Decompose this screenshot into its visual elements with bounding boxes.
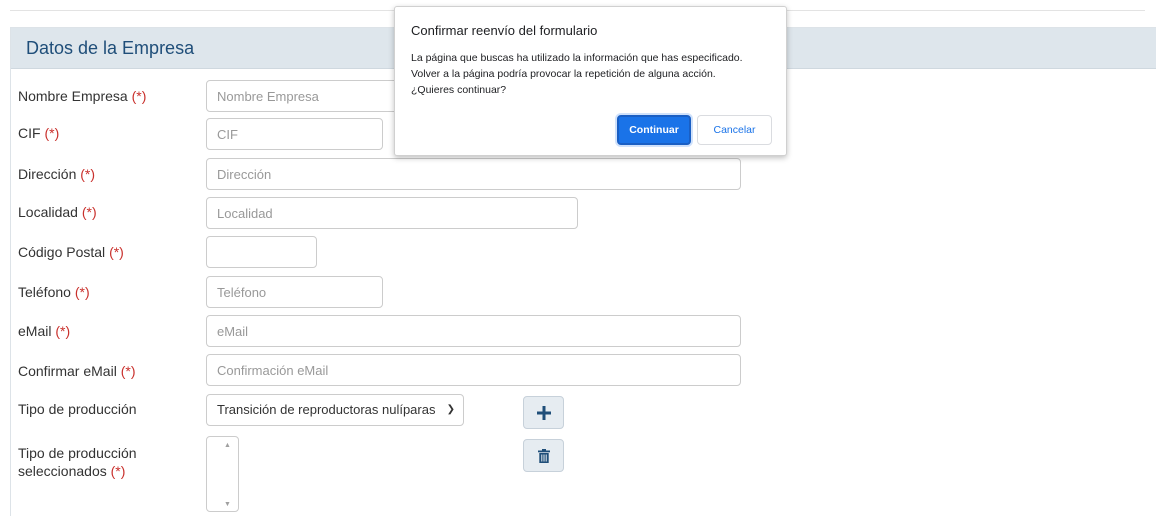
email-input[interactable] — [206, 315, 741, 347]
required-mark: (*) — [120, 363, 136, 379]
localidad-label: Localidad (*) — [18, 203, 97, 221]
scroll-up-icon[interactable]: ▲ — [224, 442, 231, 449]
cancel-button[interactable]: Cancelar — [697, 115, 772, 145]
label-text: Localidad — [18, 204, 78, 220]
direccion-input[interactable] — [206, 158, 741, 190]
confirmar-email-label: Confirmar eMail (*) — [18, 362, 135, 380]
label-text: Dirección — [18, 166, 77, 182]
scroll-down-icon[interactable]: ▼ — [224, 501, 231, 508]
label-line1: Tipo de producción — [18, 445, 137, 461]
chevron-down-icon: ❯ — [446, 404, 455, 415]
required-mark: (*) — [81, 204, 97, 220]
direccion-label: Dirección (*) — [18, 165, 95, 183]
codigo-postal-label: Código Postal (*) — [18, 243, 124, 261]
required-mark: (*) — [74, 284, 90, 300]
label-text: eMail — [18, 323, 52, 339]
nombre-empresa-label: Nombre Empresa (*) — [18, 87, 146, 105]
label-line2: seleccionados — [18, 463, 107, 479]
trash-icon — [537, 448, 550, 463]
required-mark: (*) — [80, 166, 96, 182]
codigo-postal-input[interactable] — [206, 236, 317, 268]
required-mark: (*) — [109, 244, 124, 260]
required-mark: (*) — [131, 88, 147, 104]
tipo-produccion-select[interactable]: Transición de reproductoras nulíparas ❯ — [206, 394, 464, 426]
dialog-message-line3: ¿Quieres continuar? — [411, 84, 507, 96]
tipo-produccion-seleccionados-list[interactable]: ▲ ▼ — [206, 436, 239, 512]
telefono-input[interactable] — [206, 276, 383, 308]
dialog-message-line2: Volver a la página podría provocar la re… — [411, 68, 716, 80]
plus-icon — [536, 405, 551, 420]
label-text: Código Postal — [18, 244, 106, 260]
tipo-produccion-label: Tipo de producción — [18, 401, 137, 417]
add-production-button[interactable] — [523, 396, 564, 429]
tipo-produccion-seleccionados-label: Tipo de producción seleccionados (*) — [18, 444, 137, 480]
required-mark: (*) — [55, 323, 71, 339]
dialog-message-line1: La página que buscas ha utilizado la inf… — [411, 52, 743, 64]
required-mark: (*) — [44, 125, 60, 141]
required-mark: (*) — [110, 463, 126, 479]
email-label: eMail (*) — [18, 322, 70, 340]
cif-input[interactable] — [206, 118, 383, 150]
label-text: Confirmar eMail — [18, 363, 117, 379]
label-text: Teléfono — [18, 284, 71, 300]
telefono-label: Teléfono (*) — [18, 283, 90, 301]
cif-label: CIF (*) — [18, 124, 59, 142]
delete-production-button[interactable] — [523, 439, 564, 472]
select-value: Transición de reproductoras nulíparas — [217, 402, 436, 417]
confirm-resubmit-dialog: Confirmar reenvío del formulario La pági… — [394, 6, 787, 156]
dialog-title: Confirmar reenvío del formulario — [411, 23, 598, 38]
panel-title: Datos de la Empresa — [26, 38, 195, 58]
label-text: Nombre Empresa — [18, 88, 128, 104]
confirmar-email-input[interactable] — [206, 354, 741, 386]
localidad-input[interactable] — [206, 197, 578, 229]
label-text: CIF — [18, 125, 41, 141]
continue-button[interactable]: Continuar — [617, 115, 691, 145]
